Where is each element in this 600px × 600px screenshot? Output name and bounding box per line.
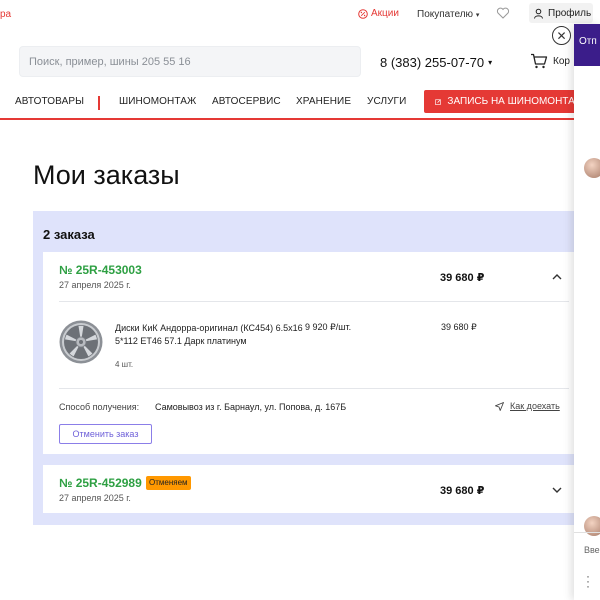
phone-label: 8 (383) 255-07-70 bbox=[380, 55, 485, 70]
order-number[interactable]: № 25R-453003 bbox=[59, 263, 142, 277]
caret-down-icon: ▾ bbox=[488, 58, 493, 67]
page-title: Мои заказы bbox=[33, 160, 180, 190]
main-nav: АВТОТОВАРЫ ШИНОМОНТАЖ АВТОСЕРВИС ХРАНЕНИ… bbox=[0, 90, 600, 120]
order-total: 39 680 ₽ bbox=[440, 485, 485, 497]
caret-down-icon: ▾ bbox=[475, 12, 480, 19]
cart-button[interactable]: Кор bbox=[530, 53, 570, 69]
order-date: 27 апреля 2025 г. bbox=[59, 280, 131, 290]
product-name[interactable]: Диски КиК Андорра-оригинал (КС454) 6.5x1… bbox=[115, 322, 305, 348]
order-card[interactable]: № 25R-452989 Отменяем 27 апреля 2025 г. … bbox=[43, 465, 577, 513]
product-unit-price: 9 920 ₽/шт. bbox=[305, 322, 352, 332]
divider bbox=[59, 301, 569, 302]
nav-item-autoparts[interactable]: АВТОТОВАРЫ bbox=[15, 96, 84, 107]
avatar bbox=[584, 158, 600, 178]
top-bar: ра Акции Покупателю ▾ Профиль bbox=[0, 0, 600, 28]
close-icon[interactable]: ✕ bbox=[552, 26, 571, 45]
delivery-method-value: Самовывоз из г. Барнаул, ул. Попова, д. … bbox=[155, 402, 347, 412]
chat-header[interactable]: Отп bbox=[574, 24, 600, 66]
nav-item-services[interactable]: УСЛУГИ bbox=[367, 96, 406, 107]
product-sum: 39 680 ₽ bbox=[441, 322, 477, 332]
tire-fitting-booking-button[interactable]: ЗАПИСЬ НА ШИНОМОНТАЖ bbox=[424, 90, 584, 113]
edit-icon bbox=[435, 98, 441, 105]
avatar bbox=[584, 516, 600, 536]
product-quantity: 4 шт. bbox=[115, 360, 134, 369]
divider bbox=[59, 388, 569, 389]
order-number[interactable]: № 25R-452989 bbox=[59, 476, 142, 490]
wheel-image[interactable] bbox=[58, 319, 104, 365]
chevron-up-icon[interactable] bbox=[551, 271, 563, 283]
nav-item-storage[interactable]: ХРАНЕНИЕ bbox=[296, 96, 351, 107]
divider bbox=[574, 532, 600, 533]
profile-label: Профиль bbox=[548, 7, 592, 19]
chat-input[interactable]: Вве bbox=[584, 545, 600, 555]
buyer-label: Покупателю bbox=[417, 9, 474, 20]
orders-count: 2 заказа bbox=[43, 227, 95, 242]
orders-panel: 2 заказа № 25R-453003 27 апреля 2025 г. … bbox=[33, 211, 584, 525]
cart-icon bbox=[531, 53, 548, 69]
buyer-menu[interactable]: Покупателю ▾ bbox=[417, 9, 479, 20]
order-date: 27 апреля 2025 г. bbox=[59, 493, 131, 503]
route-link[interactable]: Как доехать bbox=[495, 401, 560, 411]
route-label: Как доехать bbox=[510, 401, 560, 411]
city-selector[interactable]: ра bbox=[0, 9, 11, 20]
nav-item-car-service[interactable]: АВТОСЕРВИС bbox=[212, 96, 281, 107]
cta-label: ЗАПИСЬ НА ШИНОМОНТАЖ bbox=[447, 96, 584, 107]
nav-item-tire-fitting[interactable]: ШИНОМОНТАЖ bbox=[119, 96, 196, 107]
delivery-method-label: Способ получения: bbox=[59, 402, 140, 412]
promo-label: Акции bbox=[371, 8, 399, 19]
promo-link[interactable]: Акции bbox=[358, 8, 399, 19]
percent-icon bbox=[358, 8, 368, 19]
status-badge: Отменяем bbox=[146, 476, 191, 490]
order-total: 39 680 ₽ bbox=[440, 272, 485, 284]
kebab-menu-icon[interactable]: · · · bbox=[586, 570, 590, 592]
chevron-down-icon[interactable] bbox=[551, 484, 563, 496]
order-card: № 25R-453003 27 апреля 2025 г. 39 680 ₽ … bbox=[43, 252, 577, 454]
cancel-order-button[interactable]: Отменить заказ bbox=[59, 424, 152, 444]
profile-button[interactable]: Профиль bbox=[529, 3, 593, 23]
chat-side-panel: Отп Вве · · · bbox=[574, 24, 600, 600]
phone-number[interactable]: 8 (383) 255-07-70 ▾ bbox=[380, 55, 492, 70]
navigation-arrow-icon bbox=[495, 401, 504, 411]
nav-separator bbox=[98, 96, 100, 110]
user-icon bbox=[534, 8, 543, 19]
heart-icon[interactable] bbox=[496, 6, 510, 20]
cart-label: Кор bbox=[553, 55, 570, 67]
search-input[interactable] bbox=[19, 46, 361, 77]
